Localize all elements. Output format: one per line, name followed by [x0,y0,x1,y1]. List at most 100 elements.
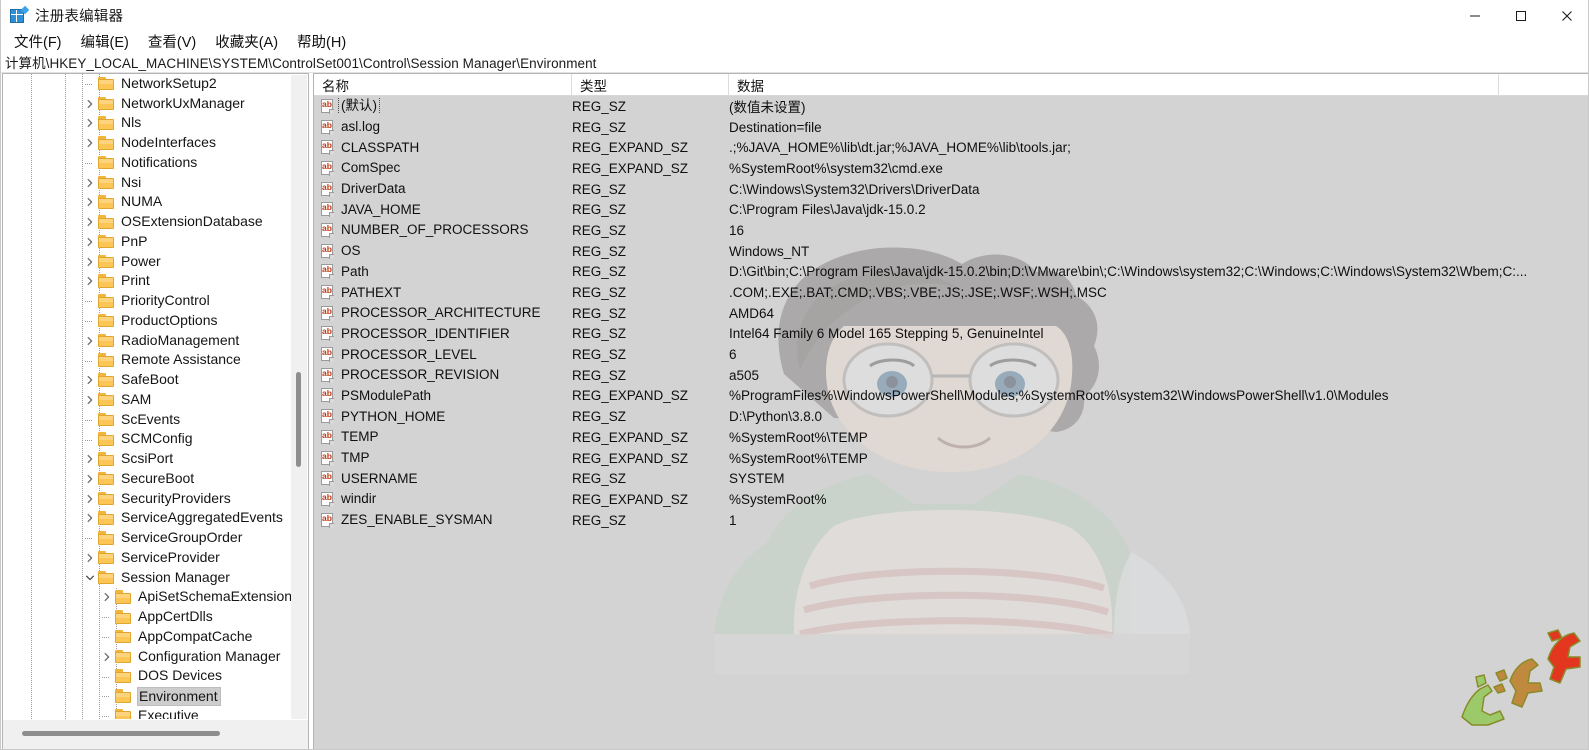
tree-item-prioritycontrol[interactable]: PriorityControl [3,291,292,311]
tree-item-nsi[interactable]: Nsi [3,173,292,193]
tree-item-secureboot[interactable]: SecureBoot [3,469,292,489]
value-row[interactable]: abwindirREG_EXPAND_SZ%SystemRoot% [314,489,1589,510]
chevron-right-icon[interactable] [82,234,98,250]
folder-icon [115,630,132,644]
menu-item-0[interactable]: 文件(F) [8,30,68,54]
chevron-right-icon[interactable] [82,392,98,408]
value-name-cell: abPROCESSOR_REVISION [314,367,571,383]
maximize-button[interactable] [1498,0,1544,31]
tree-item-nodeinterfaces[interactable]: NodeInterfaces [3,133,292,153]
chevron-right-icon[interactable] [82,194,98,210]
tree-item-environment[interactable]: Environment [3,686,292,706]
tree-item-serviceaggregatedevents[interactable]: ServiceAggregatedEvents [3,509,292,529]
value-row[interactable]: abTMPREG_EXPAND_SZ%SystemRoot%\TEMP [314,448,1589,469]
chevron-right-icon[interactable] [82,135,98,151]
value-name-cell: abCLASSPATH [314,140,571,156]
tree-vertical-scroll-thumb[interactable] [296,372,301,467]
column-header-2[interactable]: 数据 [729,74,1499,96]
tree-item-networkuxmanager[interactable]: NetworkUxManager [3,94,292,114]
value-row[interactable]: abUSERNAMEREG_SZSYSTEM [314,468,1589,489]
value-row[interactable]: abNUMBER_OF_PROCESSORSREG_SZ16 [314,220,1589,241]
tree-item-power[interactable]: Power [3,252,292,272]
tree-item-radiomanagement[interactable]: RadioManagement [3,331,292,351]
tree-item-appcompatcache[interactable]: AppCompatCache [3,627,292,647]
chevron-down-icon[interactable] [82,570,98,586]
value-row[interactable]: abPROCESSOR_IDENTIFIERREG_SZIntel64 Fami… [314,324,1589,345]
chevron-right-icon[interactable] [82,471,98,487]
value-type: REG_SZ [571,202,728,217]
tree-item-print[interactable]: Print [3,272,292,292]
chevron-right-icon[interactable] [82,372,98,388]
chevron-right-icon[interactable] [82,510,98,526]
tree-item-osextensiondatabase[interactable]: OSExtensionDatabase [3,212,292,232]
value-row[interactable]: abOSREG_SZWindows_NT [314,241,1589,262]
tree-item-servicegrouporder[interactable]: ServiceGroupOrder [3,528,292,548]
tree-item-serviceprovider[interactable]: ServiceProvider [3,548,292,568]
value-row[interactable]: ab(默认)REG_SZ(数值未设置) [314,96,1589,117]
string-value-icon: ab [320,244,334,259]
value-row[interactable]: abPROCESSOR_ARCHITECTUREREG_SZAMD64 [314,303,1589,324]
chevron-right-icon[interactable] [82,273,98,289]
tree-vertical-scrollbar[interactable] [291,75,307,719]
tree-item-scmconfig[interactable]: SCMConfig [3,430,292,450]
chevron-right-icon[interactable] [82,451,98,467]
value-row[interactable]: abTEMPREG_EXPAND_SZ%SystemRoot%\TEMP [314,427,1589,448]
chevron-right-icon[interactable] [99,589,115,605]
value-name: ZES_ENABLE_SYSMAN [339,512,495,528]
chevron-right-icon[interactable] [82,550,98,566]
value-data: %SystemRoot%\TEMP [728,430,1589,445]
menu-item-4[interactable]: 帮助(H) [291,30,352,54]
chevron-right-icon[interactable] [99,649,115,665]
value-row[interactable]: abZES_ENABLE_SYSMANREG_SZ1 [314,510,1589,531]
column-header-1[interactable]: 类型 [572,74,729,96]
value-row[interactable]: abasl.logREG_SZDestination=file [314,117,1589,138]
tree-item-scsiport[interactable]: ScsiPort [3,449,292,469]
chevron-right-icon[interactable] [82,214,98,230]
value-row[interactable]: abCLASSPATHREG_EXPAND_SZ.;%JAVA_HOME%\li… [314,137,1589,158]
tree-item-dos-devices[interactable]: DOS Devices [3,667,292,687]
tree-horizontal-scrollbar[interactable] [3,719,308,749]
tree-item-remote-assistance[interactable]: Remote Assistance [3,351,292,371]
tree-item-appcertdlls[interactable]: AppCertDlls [3,607,292,627]
tree-item-safeboot[interactable]: SafeBoot [3,370,292,390]
address-bar[interactable]: 计算机\HKEY_LOCAL_MACHINE\SYSTEM\ControlSet… [1,52,1589,73]
chevron-right-icon[interactable] [82,115,98,131]
tree-item-scevents[interactable]: ScEvents [3,410,292,430]
value-row[interactable]: abDriverDataREG_SZC:\Windows\System32\Dr… [314,179,1589,200]
tree-item-executive[interactable]: Executive [3,706,292,719]
tree-item-apisetschemaextensions[interactable]: ApiSetSchemaExtensions [3,588,292,608]
value-row[interactable]: abPYTHON_HOMEREG_SZD:\Python\3.8.0 [314,406,1589,427]
menu-item-1[interactable]: 编辑(E) [75,30,135,54]
chevron-right-icon[interactable] [82,491,98,507]
chevron-right-icon[interactable] [82,96,98,112]
column-header-0[interactable]: 名称 [314,74,572,96]
value-data: Destination=file [728,120,1589,135]
tree-item-productoptions[interactable]: ProductOptions [3,311,292,331]
value-row[interactable]: abPATHEXTREG_SZ.COM;.EXE;.BAT;.CMD;.VBS;… [314,282,1589,303]
close-button[interactable] [1544,0,1589,31]
value-row[interactable]: abPSModulePathREG_EXPAND_SZ%ProgramFiles… [314,386,1589,407]
chevron-right-icon[interactable] [82,333,98,349]
value-type: REG_SZ [571,306,728,321]
tree-item-pnp[interactable]: PnP [3,232,292,252]
value-name-cell: abTMP [314,450,571,466]
minimize-button[interactable] [1452,0,1498,31]
tree-item-networksetup2[interactable]: NetworkSetup2 [3,74,292,94]
tree-item-nls[interactable]: Nls [3,114,292,134]
value-row[interactable]: abPROCESSOR_LEVELREG_SZ6 [314,344,1589,365]
tree-item-configuration-manager[interactable]: Configuration Manager [3,647,292,667]
value-row[interactable]: abPathREG_SZD:\Git\bin;C:\Program Files\… [314,262,1589,283]
chevron-right-icon[interactable] [82,175,98,191]
tree-item-session-manager[interactable]: Session Manager [3,568,292,588]
menu-item-2[interactable]: 查看(V) [142,30,202,54]
chevron-right-icon[interactable] [82,254,98,270]
tree-item-securityproviders[interactable]: SecurityProviders [3,489,292,509]
tree-item-notifications[interactable]: Notifications [3,153,292,173]
menu-item-3[interactable]: 收藏夹(A) [209,30,284,54]
value-row[interactable]: abJAVA_HOMEREG_SZC:\Program Files\Java\j… [314,199,1589,220]
tree-item-numa[interactable]: NUMA [3,193,292,213]
value-row[interactable]: abPROCESSOR_REVISIONREG_SZa505 [314,365,1589,386]
tree-horizontal-scroll-thumb[interactable] [22,731,220,736]
value-row[interactable]: abComSpecREG_EXPAND_SZ%SystemRoot%\syste… [314,158,1589,179]
tree-item-sam[interactable]: SAM [3,390,292,410]
